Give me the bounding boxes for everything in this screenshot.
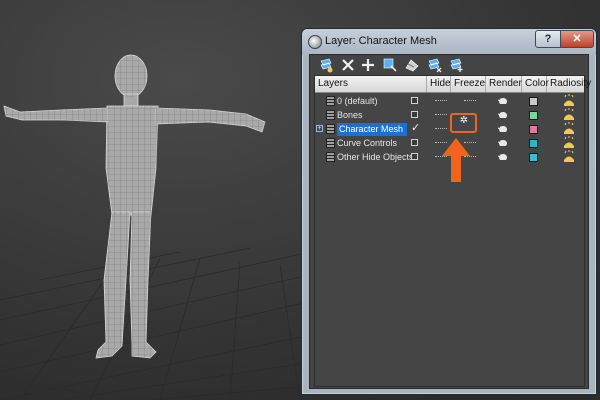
render-teapot-icon[interactable] [498,139,507,147]
expand-icon[interactable]: + [316,125,323,132]
layer-stack-icon [326,138,335,148]
current-layer-checkbox[interactable] [411,153,418,160]
layer-window: Layer: Character Mesh ? ✕ Layers Hide Fr… [301,28,597,395]
hide-toggle[interactable] [435,100,447,103]
layer-row[interactable]: 0 (default) [315,94,584,108]
select-objects-icon[interactable] [382,57,398,73]
radiosity-sun-icon[interactable] [563,108,575,121]
current-layer-checkbox[interactable] [411,111,418,118]
app-icon [308,35,322,49]
current-layer-checkbox[interactable] [411,139,418,146]
render-teapot-icon[interactable] [498,153,507,161]
delete-layer-icon[interactable] [340,57,356,73]
layer-stack-icon [326,152,335,162]
layer-name[interactable]: Curve Controls [337,137,397,150]
radiosity-sun-icon[interactable] [563,122,575,135]
render-teapot-icon[interactable] [498,125,507,133]
render-teapot-icon[interactable] [498,111,507,119]
layer-color-swatch[interactable] [529,153,538,162]
column-hide[interactable]: Hide [427,76,451,92]
layer-name[interactable]: Bones [337,109,363,122]
layer-name[interactable]: 0 (default) [337,95,378,108]
layer-stack-icon [326,110,335,120]
layer-stack-icon [326,124,335,134]
column-freeze[interactable]: Freeze [451,76,486,92]
title-bar[interactable]: Layer: Character Mesh ? ✕ [302,29,596,55]
toolbar [310,55,588,75]
radiosity-sun-icon[interactable] [563,136,575,149]
layer-name[interactable]: Character Mesh [337,123,408,136]
freeze-all-layers-icon[interactable] [448,57,464,73]
callout-arrow-icon [442,138,470,182]
column-radiosity[interactable]: Radiosity [547,76,591,92]
render-teapot-icon[interactable] [498,97,507,105]
highlight-selected-icon[interactable] [404,57,420,73]
layer-color-swatch[interactable] [529,139,538,148]
layer-stack-icon [326,96,335,106]
layer-color-swatch[interactable] [529,111,538,120]
layer-manager-panel: Layers Hide Freeze Render Color Radiosit… [309,54,591,389]
help-button[interactable]: ? [535,30,561,48]
radiosity-sun-icon[interactable] [563,94,575,107]
freeze-toggle[interactable] [464,100,476,103]
create-layer-icon[interactable] [318,57,334,73]
column-layers[interactable]: Layers [315,76,427,92]
table-header: Layers Hide Freeze Render Color Radiosit… [315,76,591,93]
column-color[interactable]: Color [522,76,549,92]
close-button[interactable]: ✕ [560,30,594,48]
layer-color-swatch[interactable] [529,125,538,134]
hide-toggle[interactable] [435,114,447,117]
layer-name[interactable]: Other Hide Objects [337,151,414,164]
hide-all-layers-icon[interactable] [426,57,442,73]
column-render[interactable]: Render [486,76,522,92]
radiosity-sun-icon[interactable] [563,150,575,163]
current-layer-checkbox[interactable] [411,97,418,104]
frozen-snowflake-icon[interactable]: ✲ [459,116,469,126]
layer-color-swatch[interactable] [529,97,538,106]
active-layer-checkmark-icon[interactable]: ✓ [411,121,420,134]
window-title: Layer: Character Mesh [325,35,437,47]
hide-toggle[interactable] [435,128,447,131]
add-to-layer-icon[interactable] [360,57,376,73]
